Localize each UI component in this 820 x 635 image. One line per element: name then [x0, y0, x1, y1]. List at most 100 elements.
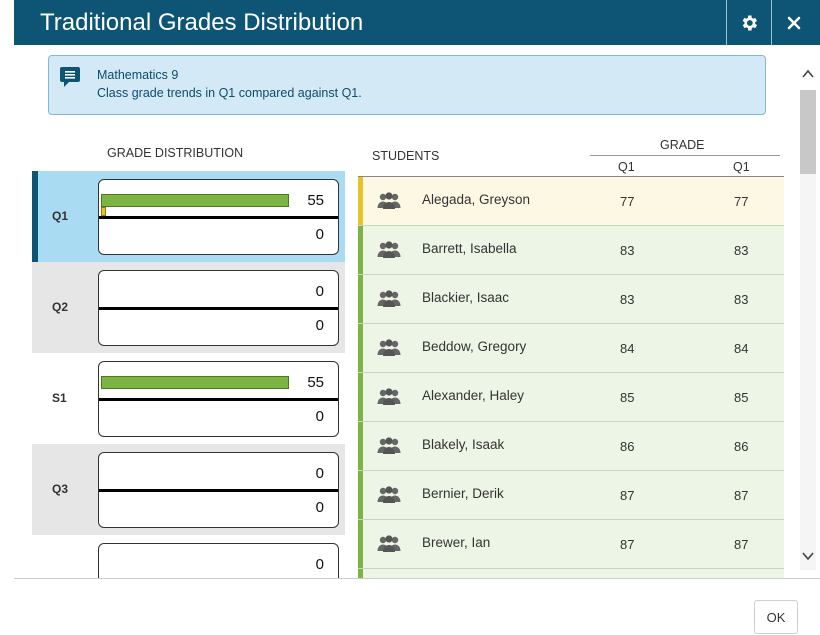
- table-row[interactable]: [358, 569, 784, 578]
- top-count: 0: [315, 465, 324, 482]
- scroll-down-icon[interactable]: [800, 548, 816, 564]
- table-row[interactable]: Beddow, Gregory 84 84: [358, 324, 784, 373]
- student-group-icon: [377, 339, 401, 356]
- grade-compare: 83: [734, 243, 749, 258]
- grade-compare: 83: [734, 292, 749, 307]
- grade-q1: 87: [620, 488, 635, 503]
- student-name: Bernier, Derik: [422, 486, 504, 501]
- period-chart-box: 0 0: [98, 270, 339, 346]
- student-group-icon: [377, 535, 401, 552]
- period-s1[interactable]: S1 55 0: [32, 353, 345, 444]
- grade-compare: 84: [734, 341, 749, 356]
- period-label: Q1: [52, 209, 69, 223]
- students-header: STUDENTS: [372, 149, 440, 163]
- grade-header-underline: [590, 155, 780, 156]
- student-group-icon: [377, 486, 401, 503]
- bottom-count: 0: [315, 499, 324, 516]
- grade-q1: 77: [620, 194, 635, 209]
- table-row[interactable]: Blackier, Isaac 83 83: [358, 275, 784, 324]
- grade-q1: 87: [620, 537, 635, 552]
- bottom-count: 0: [315, 408, 324, 425]
- scrollbar-thumb[interactable]: [800, 90, 816, 174]
- table-row[interactable]: Barrett, Isabella 83 83: [358, 226, 784, 275]
- period-chart-box: 0: [98, 543, 339, 578]
- row-status-accent: [358, 324, 363, 372]
- period-label: S1: [52, 391, 67, 405]
- period-q2[interactable]: Q2 0 0: [32, 262, 345, 353]
- course-name: Mathematics 9: [97, 68, 179, 82]
- divider: [99, 398, 338, 401]
- grade-header: GRADE: [660, 138, 705, 152]
- column-header-q1-compare[interactable]: Q1: [733, 160, 750, 174]
- student-group-icon: [377, 388, 401, 405]
- column-header-q1[interactable]: Q1: [618, 160, 635, 174]
- grade-compare: 86: [734, 439, 749, 454]
- divider: [99, 307, 338, 310]
- table-row[interactable]: Bernier, Derik 87 87: [358, 471, 784, 520]
- grade-q1: 85: [620, 390, 635, 405]
- row-status-accent: [358, 275, 363, 323]
- title-bar: Traditional Grades Distribution: [14, 0, 820, 45]
- period-chart-box: 55 0: [98, 179, 339, 255]
- students-list[interactable]: Alegada, Greyson 77 77 Barrett, Isabella…: [358, 177, 784, 578]
- grade-compare: 87: [734, 537, 749, 552]
- grade-distribution-header: GRADE DISTRIBUTION: [107, 146, 244, 160]
- window-title: Traditional Grades Distribution: [40, 9, 364, 36]
- row-status-accent: [358, 422, 363, 470]
- scroll-up-icon[interactable]: [800, 66, 816, 82]
- top-count: 0: [315, 556, 324, 573]
- student-name: Barrett, Isabella: [422, 241, 517, 256]
- student-name: Beddow, Gregory: [422, 339, 527, 354]
- period-label: Q2: [52, 300, 69, 314]
- footer-divider: [14, 578, 820, 579]
- table-row[interactable]: Blakely, Isaak 86 86: [358, 422, 784, 471]
- grade-bar-green: [101, 376, 289, 389]
- info-banner: Mathematics 9 Class grade trends in Q1 c…: [48, 55, 766, 115]
- table-row[interactable]: Alexander, Haley 85 85: [358, 373, 784, 422]
- student-group-icon: [377, 290, 401, 307]
- bottom-count: 0: [315, 317, 324, 334]
- ok-button[interactable]: OK: [754, 600, 798, 634]
- table-row[interactable]: Brewer, Ian 87 87: [358, 520, 784, 569]
- row-status-accent: [358, 471, 363, 519]
- divider: [99, 489, 338, 492]
- close-icon: [787, 16, 801, 29]
- grade-q1: 84: [620, 341, 635, 356]
- grade-compare: 87: [734, 488, 749, 503]
- row-status-accent: [358, 226, 363, 274]
- student-name: Alexander, Haley: [422, 388, 525, 403]
- student-name: Blakely, Isaak: [422, 437, 505, 452]
- student-name: Alegada, Greyson: [422, 192, 531, 207]
- row-status-accent: [358, 373, 363, 421]
- bottom-count: 0: [315, 226, 324, 243]
- student-name: Brewer, Ian: [422, 535, 491, 550]
- period-q1[interactable]: Q1 55 0: [32, 171, 345, 262]
- row-status-accent: [358, 177, 363, 225]
- top-count: 0: [315, 283, 324, 300]
- divider: [99, 216, 338, 219]
- row-status-accent: [358, 520, 363, 568]
- grade-bar-green: [101, 194, 289, 207]
- period-q4[interactable]: Q4 0: [32, 535, 345, 578]
- top-count: 55: [307, 374, 324, 391]
- settings-button[interactable]: [727, 0, 771, 45]
- period-chart-box: 0 0: [98, 452, 339, 528]
- grade-bar-yellow: [101, 207, 106, 216]
- student-name: Blackier, Isaac: [422, 290, 510, 305]
- student-group-icon: [377, 241, 401, 258]
- banner-description: Class grade trends in Q1 compared agains…: [97, 86, 362, 100]
- period-q3[interactable]: Q3 0 0: [32, 444, 345, 535]
- period-chart-box: 55 0: [98, 361, 339, 437]
- message-icon: [60, 67, 80, 87]
- grade-compare: 85: [734, 390, 749, 405]
- grade-q1: 86: [620, 439, 635, 454]
- student-group-icon: [377, 437, 401, 454]
- table-row[interactable]: Alegada, Greyson 77 77: [358, 177, 784, 226]
- student-group-icon: [377, 192, 401, 209]
- gear-icon: [742, 15, 757, 30]
- close-button[interactable]: [772, 0, 816, 45]
- grade-compare: 77: [734, 194, 749, 209]
- row-status-accent: [358, 569, 363, 578]
- grade-q1: 83: [620, 243, 635, 258]
- grade-q1: 83: [620, 292, 635, 307]
